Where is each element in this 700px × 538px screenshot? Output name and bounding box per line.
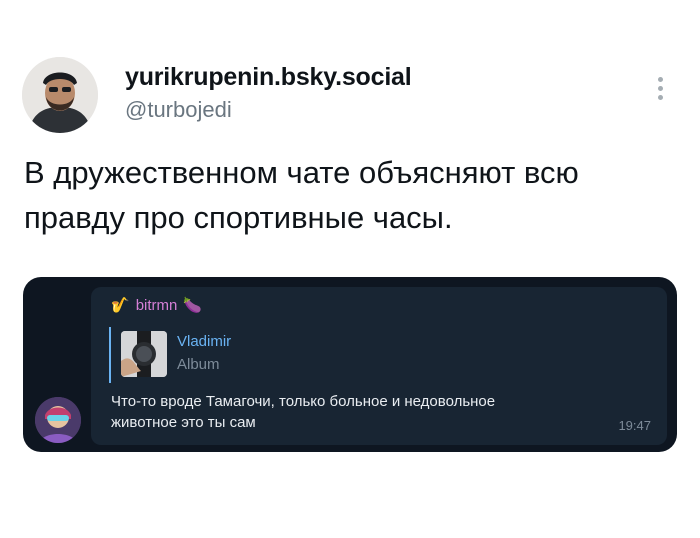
dot-icon	[657, 77, 663, 82]
sender-photo-icon	[35, 397, 81, 443]
eggplant-icon: 🍆	[183, 297, 203, 314]
dot-icon	[657, 86, 663, 91]
sender-row[interactable]: 🎷 bitrmn 🍆	[111, 297, 202, 314]
reply-preview[interactable]: Vladimir Album	[109, 327, 311, 383]
profile-photo-icon	[22, 57, 98, 133]
reply-subtitle: Album	[177, 356, 220, 373]
message-line: Что-то вроде Тамагочи, только больное и …	[111, 393, 496, 410]
message-line: животное это ты сам	[111, 414, 256, 431]
user-handle[interactable]: @turbojedi	[125, 97, 232, 123]
message-bubble[interactable]: 🎷 bitrmn 🍆 Vladimir Album Что-то вроде Т…	[91, 287, 667, 445]
display-name[interactable]: yurikrupenin.bsky.social	[125, 63, 412, 92]
sender-name[interactable]: bitrmn	[136, 297, 178, 314]
tweet-text: В дружественном чате объясняют всю правд…	[24, 150, 674, 240]
reply-author: Vladimir	[177, 333, 232, 350]
dot-icon	[657, 95, 663, 100]
saxophone-icon: 🎷	[111, 297, 130, 314]
tweet-text-line: В дружественном чате объясняют всю	[24, 155, 579, 190]
sender-avatar	[35, 397, 81, 443]
profile-avatar[interactable]	[22, 57, 98, 133]
more-options-button[interactable]	[648, 74, 672, 106]
chat-screenshot[interactable]: 🎷 bitrmn 🍆 Vladimir Album Что-то вроде Т…	[23, 277, 677, 452]
message-text: Что-то вроде Тамагочи, только больное и …	[111, 391, 631, 433]
watch-thumbnail-icon	[121, 331, 167, 377]
tweet-text-line: правду про спортивные часы.	[24, 200, 453, 235]
message-time: 19:47	[618, 418, 651, 433]
